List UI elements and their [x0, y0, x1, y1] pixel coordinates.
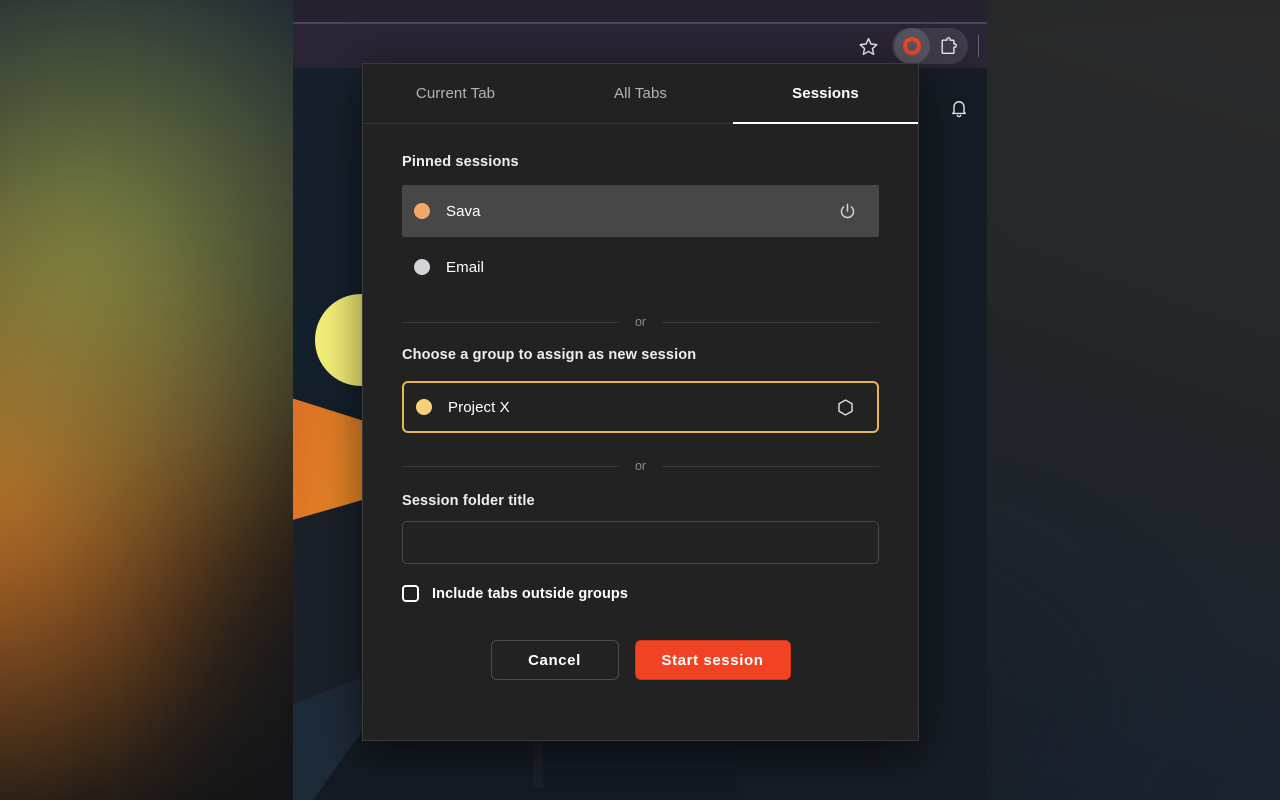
browser-toolbar-actions [850, 24, 987, 68]
divider-or-two: or [402, 459, 879, 473]
dialog-body: Pinned sessions Sava Email or Choose a g… [363, 124, 918, 680]
tab-all-tabs[interactable]: All Tabs [548, 64, 733, 123]
puzzle-piece-icon [941, 36, 957, 54]
cancel-button[interactable]: Cancel [490, 640, 619, 680]
extensions-button[interactable] [930, 28, 966, 64]
include-tabs-checkbox-label: Include tabs outside groups [432, 585, 629, 602]
toolbar-divider [978, 35, 979, 57]
divider-line-left [402, 321, 619, 323]
divider-or-one: or [402, 315, 879, 329]
session-color-dot [414, 203, 430, 219]
session-name: Sava [446, 202, 481, 220]
browser-titlebar [293, 0, 987, 22]
group-name: Project X [448, 398, 510, 416]
divider-line-right [662, 321, 879, 323]
star-icon [858, 37, 878, 55]
tab-current-tab-label: Current Tab [415, 85, 496, 102]
orange-ring-logo-icon [903, 37, 921, 55]
extensions-pill [892, 28, 968, 64]
start-session-button[interactable]: Start session [634, 640, 791, 680]
bell-icon[interactable] [949, 98, 969, 118]
include-tabs-checkbox-row[interactable]: Include tabs outside groups [402, 585, 879, 602]
tab-all-tabs-label: All Tabs [613, 85, 668, 102]
active-extension-button[interactable] [894, 28, 930, 64]
power-icon[interactable] [838, 202, 857, 221]
session-folder-title-input[interactable] [402, 521, 879, 564]
group-color-dot [416, 399, 432, 415]
session-folder-title-label: Session folder title [402, 493, 535, 509]
session-row-sava[interactable]: Sava [402, 185, 879, 237]
tab-sessions-label: Sessions [792, 85, 859, 102]
group-row-project-x[interactable]: Project X [402, 381, 879, 433]
divider-line-right [662, 465, 879, 467]
divider-line-left [402, 465, 619, 467]
bookmark-button[interactable] [850, 28, 886, 64]
pinned-sessions-heading: Pinned sessions [402, 154, 519, 170]
group-section-heading: Choose a group to assign as new session [402, 347, 697, 363]
divider-label: or [634, 459, 647, 473]
divider-label: or [634, 315, 647, 329]
hexagon-icon[interactable] [836, 398, 855, 417]
dialog-tabs: Current Tab All Tabs Sessions [363, 64, 918, 124]
include-tabs-checkbox[interactable] [402, 585, 419, 602]
dialog-actions: Cancel Start session [402, 640, 879, 680]
tab-sessions[interactable]: Sessions [733, 64, 918, 124]
session-row-email[interactable]: Email [402, 241, 879, 293]
tab-current-tab[interactable]: Current Tab [363, 64, 548, 123]
session-color-dot [414, 259, 430, 275]
sessions-dialog: Current Tab All Tabs Sessions Pinned ses… [362, 63, 919, 741]
session-name: Email [446, 258, 485, 276]
